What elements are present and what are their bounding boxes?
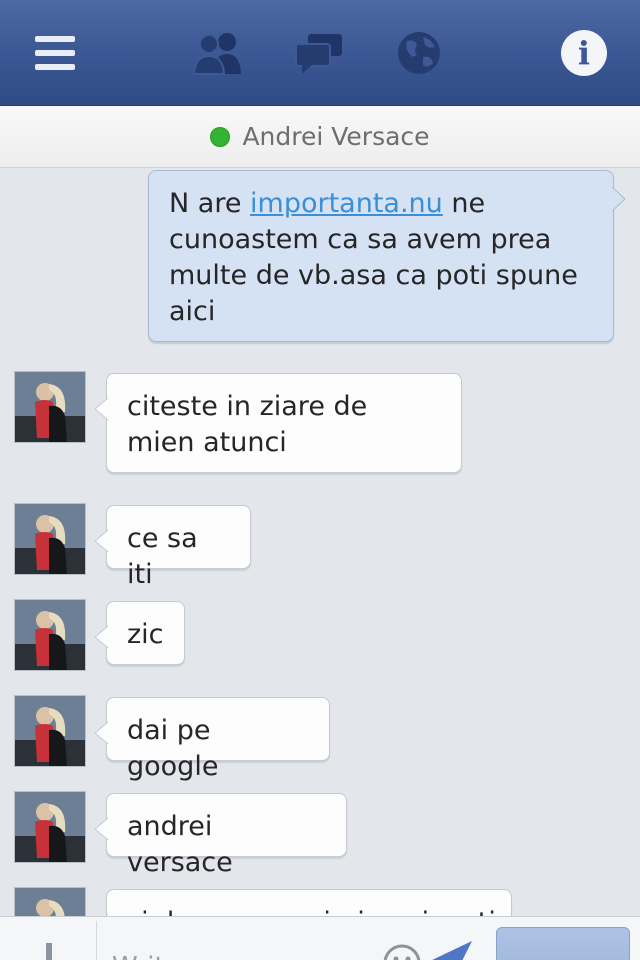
avatar[interactable] — [14, 599, 86, 671]
emoji-button[interactable] — [382, 943, 422, 960]
message-input[interactable] — [112, 947, 382, 960]
info-icon: i — [561, 30, 607, 76]
incoming-message: si dupa aceea imi spui ce tiram :) — [106, 889, 512, 916]
contact-header: Andrei Versace — [0, 106, 640, 168]
incoming-message: zic — [95, 601, 185, 665]
top-navigation-bar: i — [0, 0, 640, 106]
contact-name: Andrei Versace — [242, 122, 430, 151]
avatar-photo — [15, 888, 85, 916]
friend-requests-button[interactable] — [183, 18, 253, 88]
message-composer: Send — [0, 916, 640, 960]
send-button[interactable]: Send — [496, 927, 630, 960]
divider — [96, 921, 97, 960]
emoji-icon — [383, 944, 421, 960]
bubble-tail — [95, 398, 108, 420]
messages-button[interactable] — [284, 18, 354, 88]
avatar-photo — [15, 372, 85, 442]
avatar[interactable] — [14, 887, 86, 916]
bubble-tail — [95, 626, 108, 648]
avatar-photo — [15, 792, 85, 862]
incoming-message: ce sa iti — [95, 505, 251, 590]
incoming-message: andrei versace — [95, 793, 347, 878]
incoming-message: citeste in ziare de mien atunci — [95, 373, 462, 473]
bubble-tail — [95, 818, 108, 840]
message-list[interactable]: N are importanta.nu ne cunoastem ca sa a… — [0, 168, 640, 916]
avatar-photo — [15, 504, 85, 574]
messages-icon — [295, 34, 342, 74]
incoming-message: dai pe google — [95, 697, 330, 782]
message-text: dai pe google — [127, 715, 219, 782]
message-text: N are — [169, 188, 251, 219]
attach-button[interactable] — [30, 929, 70, 960]
message-link[interactable]: importanta.nu — [250, 188, 443, 219]
bubble-tail — [95, 722, 108, 744]
avatar-photo — [15, 600, 85, 670]
location-button[interactable] — [428, 939, 474, 960]
bubble-tail — [612, 187, 626, 211]
message-text: andrei versace — [127, 811, 233, 878]
avatar[interactable] — [14, 503, 86, 575]
avatar[interactable] — [14, 695, 86, 767]
globe-icon — [398, 32, 440, 74]
message-text: ce sa iti — [127, 523, 198, 590]
camera-icon — [46, 943, 52, 960]
avatar[interactable] — [14, 371, 86, 443]
outgoing-message: N are importanta.nu ne cunoastem ca sa a… — [148, 170, 626, 342]
menu-icon — [35, 36, 75, 70]
message-text: si dupa aceea imi spui ce tiram :) — [127, 907, 511, 916]
online-status-indicator — [210, 126, 231, 147]
bubble-tail — [95, 530, 108, 552]
menu-button[interactable] — [20, 18, 90, 88]
info-button[interactable]: i — [549, 18, 619, 88]
friends-icon — [192, 33, 241, 75]
avatar[interactable] — [14, 791, 86, 863]
message-text: zic — [127, 619, 164, 650]
location-arrow-icon — [432, 941, 472, 960]
avatar-photo — [15, 696, 85, 766]
notifications-button[interactable] — [384, 18, 454, 88]
message-text: citeste in ziare de mien atunci — [127, 391, 368, 458]
